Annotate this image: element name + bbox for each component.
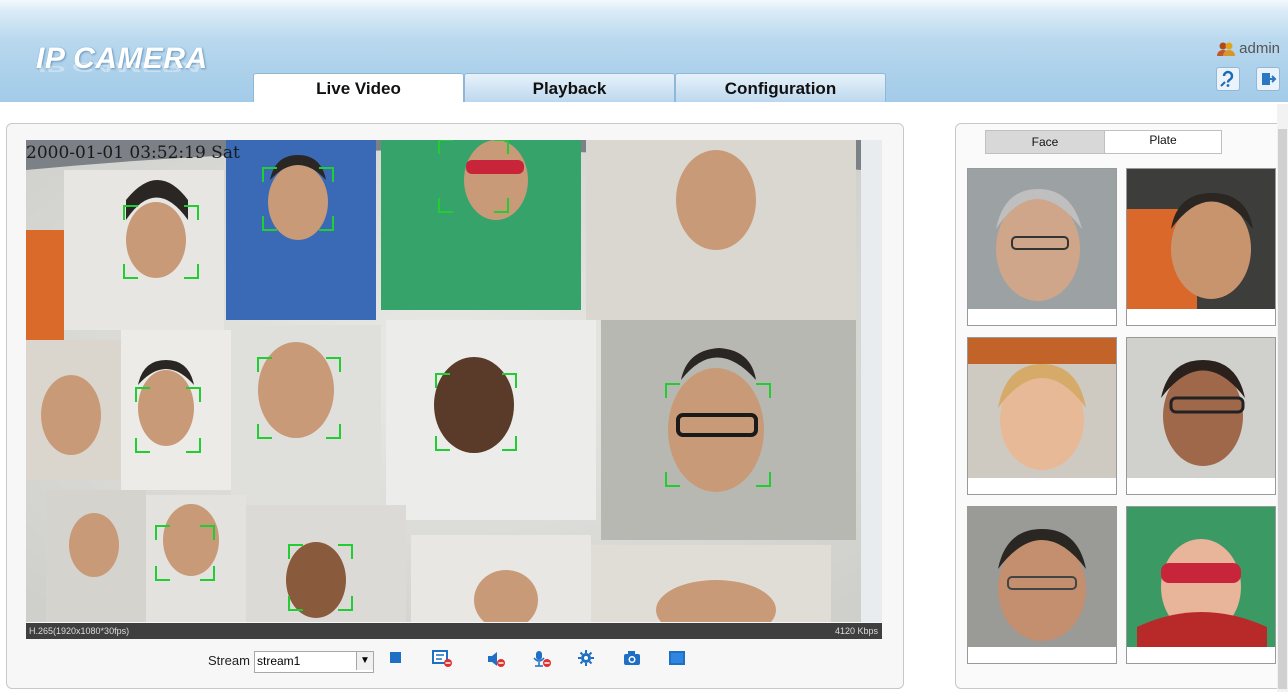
audio-off-icon bbox=[488, 652, 505, 667]
users-icon bbox=[1217, 41, 1236, 57]
brand-reflection: IP CAMERA bbox=[36, 59, 204, 74]
tab-face[interactable]: Face bbox=[985, 130, 1105, 154]
chevron-down-icon[interactable]: ▼ bbox=[356, 652, 373, 670]
help-icon bbox=[1220, 70, 1234, 87]
live-video-stream[interactable] bbox=[26, 140, 882, 622]
face-capture-4[interactable] bbox=[1126, 337, 1276, 495]
tab-configuration[interactable]: Configuration bbox=[675, 73, 886, 102]
tab-playback[interactable]: Playback bbox=[464, 73, 675, 102]
codec-info: H.265(1920x1080*30fps) bbox=[29, 626, 130, 636]
stream-select[interactable]: stream1 ▼ bbox=[254, 651, 374, 673]
fullscreen-icon bbox=[669, 651, 685, 665]
logout-button[interactable] bbox=[1256, 67, 1280, 91]
help-button[interactable] bbox=[1216, 67, 1240, 91]
record-off-icon bbox=[432, 650, 452, 667]
video-timestamp-osd: 2000-01-01 03:52:19 Sat bbox=[26, 143, 240, 163]
audio-button[interactable] bbox=[486, 650, 508, 673]
fullscreen-button[interactable] bbox=[668, 650, 686, 671]
face-capture-6[interactable] bbox=[1126, 506, 1276, 664]
stop-button[interactable] bbox=[389, 650, 403, 669]
logout-icon bbox=[1262, 73, 1277, 85]
video-status-bar: H.265(1920x1080*30fps) 4120 Kbps bbox=[26, 623, 882, 639]
username: admin bbox=[1239, 40, 1280, 57]
stream-select-value: stream1 bbox=[257, 654, 301, 668]
scrollbar-thumb[interactable] bbox=[1278, 129, 1287, 689]
tab-live-video[interactable]: Live Video bbox=[253, 73, 464, 102]
face-capture-2[interactable] bbox=[1126, 168, 1276, 326]
snapshot-icon bbox=[624, 651, 640, 665]
stop-icon bbox=[390, 652, 401, 663]
stream-label: Stream bbox=[208, 653, 250, 668]
settings-button[interactable] bbox=[578, 650, 594, 671]
bitrate-info: 4120 Kbps bbox=[834, 626, 878, 636]
microphone-button[interactable] bbox=[532, 650, 554, 673]
settings-icon bbox=[578, 650, 594, 666]
page-scrollbar[interactable] bbox=[1277, 104, 1288, 692]
video-frame bbox=[26, 140, 882, 622]
face-capture-5[interactable] bbox=[967, 506, 1117, 664]
face-capture-1[interactable] bbox=[967, 168, 1117, 326]
tab-plate[interactable]: Plate bbox=[1104, 130, 1222, 154]
record-button[interactable] bbox=[432, 650, 454, 673]
mic-off-icon bbox=[533, 651, 551, 667]
snapshot-button[interactable] bbox=[623, 650, 641, 671]
user-indicator[interactable]: admin bbox=[1217, 40, 1280, 57]
face-capture-3[interactable] bbox=[967, 337, 1117, 495]
